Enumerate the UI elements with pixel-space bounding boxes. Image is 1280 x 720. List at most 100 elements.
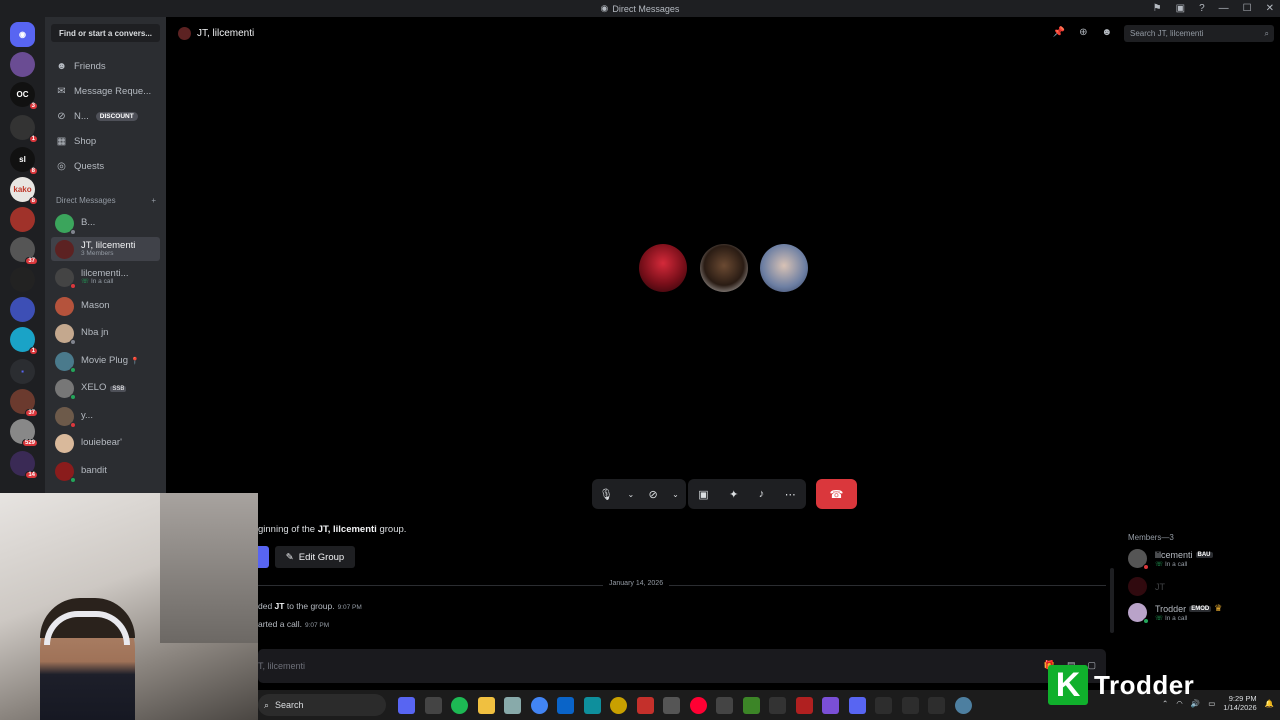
server-icon[interactable]: sl 8 <box>10 147 38 175</box>
maximize-button[interactable]: ☐ <box>1243 3 1252 14</box>
server-icon[interactable]: 37 <box>10 237 38 265</box>
clock[interactable]: 9:29 PM 1/14/2026 <box>1223 694 1256 712</box>
notification-icon[interactable]: 🔔 <box>1265 699 1274 708</box>
app-icon[interactable] <box>504 697 521 714</box>
app-icon[interactable] <box>769 697 786 714</box>
app-icon[interactable] <box>848 697 866 714</box>
minimize-button[interactable]: — <box>1219 3 1229 14</box>
chevron-down-icon[interactable]: ⌄ <box>627 490 634 499</box>
message-input[interactable]: T, lilcementi 🎁 ▤ ▢ <box>258 649 1106 683</box>
battery-icon[interactable]: ▭ <box>1208 699 1215 708</box>
spotify-icon[interactable] <box>451 697 468 714</box>
home-button[interactable]: ◉ <box>10 22 35 47</box>
add-dm-icon[interactable]: + <box>151 196 156 205</box>
app-icon[interactable] <box>636 697 654 714</box>
members-icon[interactable]: ☻ <box>1101 27 1112 38</box>
help-icon[interactable]: ? <box>1199 3 1205 14</box>
app-icon[interactable] <box>716 697 733 714</box>
avatar <box>55 267 76 289</box>
dm-item[interactable]: Movie Plug 📍 <box>51 349 160 373</box>
taskbar-search[interactable]: ⌕ Search <box>258 694 386 716</box>
group-intro-text: ginning of the JT, lilcementi group. <box>258 524 407 535</box>
dm-item[interactable]: lilcementi... ☏ In a call <box>51 265 160 289</box>
avatar <box>55 461 76 483</box>
dm-item[interactable]: Mason <box>51 294 160 318</box>
app-icon[interactable] <box>424 697 442 714</box>
friends-icon: ☻ <box>56 60 67 72</box>
find-conversation-button[interactable]: Find or start a convers... <box>51 24 160 42</box>
dm-item[interactable]: bandit <box>51 459 160 483</box>
app-icon[interactable] <box>610 697 627 714</box>
edit-group-button[interactable]: ✎ Edit Group <box>275 546 355 568</box>
member-item[interactable]: JT <box>1128 577 1165 596</box>
member-item[interactable]: Trodder EMOD ♛ ☏ In a call <box>1128 603 1223 624</box>
chevron-down-icon[interactable]: ⌄ <box>672 490 679 499</box>
app-icon[interactable] <box>689 697 707 714</box>
app-icon[interactable] <box>583 697 601 714</box>
dm-item[interactable]: B... <box>51 211 160 235</box>
camera-off-icon[interactable]: ⊘ <box>649 488 658 501</box>
dm-item[interactable]: y... <box>51 404 160 428</box>
avatar <box>1128 603 1149 624</box>
channel-title: JT, lilcementi <box>178 27 254 40</box>
server-icon[interactable] <box>10 297 35 322</box>
app-icon[interactable] <box>557 697 574 714</box>
disconnect-button[interactable]: ☎ <box>816 479 857 509</box>
nav-friends[interactable]: ☻ Friends <box>51 56 160 76</box>
app-icon[interactable] <box>795 697 813 714</box>
folder-icon[interactable] <box>477 697 495 714</box>
participant-avatar[interactable] <box>760 244 808 292</box>
server-icon[interactable]: 1 <box>10 327 38 355</box>
soundboard-icon[interactable]: ♪ <box>759 488 765 500</box>
screen-share-icon[interactable]: ▣ <box>698 488 708 501</box>
server-icon[interactable]: 529 <box>10 419 38 447</box>
server-icon[interactable]: OC 3 <box>10 82 38 110</box>
nav-nitro[interactable]: ⊘ N... DISCOUNT <box>51 106 160 126</box>
invite-button[interactable] <box>258 546 269 568</box>
pin-icon[interactable]: 📌 <box>1053 27 1065 38</box>
more-icon[interactable]: ⋯ <box>785 488 796 501</box>
chrome-icon[interactable] <box>530 697 548 714</box>
dm-item[interactable]: louiebear' <box>51 431 160 455</box>
quests-icon: ◎ <box>57 160 66 172</box>
folder-icon[interactable]: ▪ <box>10 359 35 384</box>
participant-avatar[interactable] <box>639 244 687 292</box>
system-message: arted a call. 9:07 PM <box>258 619 330 629</box>
microphone-icon[interactable]: 🎙 <box>599 488 613 501</box>
server-icon[interactable] <box>10 52 35 77</box>
app-icon[interactable] <box>822 697 839 714</box>
flag-icon[interactable]: ⚑ <box>1153 3 1162 14</box>
dm-item[interactable]: Nba jn <box>51 321 160 345</box>
close-button[interactable]: ✕ <box>1266 3 1274 14</box>
dm-item-active[interactable]: JT, lilcementi 3 Members <box>51 237 160 261</box>
server-icon[interactable] <box>10 207 35 232</box>
date-label: January 14, 2026 <box>603 580 670 587</box>
server-icon[interactable]: kako 8 <box>10 177 38 205</box>
audio-video-controls: 🎙 ⌄ ⊘ ⌄ <box>592 479 686 509</box>
nav-quests[interactable]: ◎ Quests <box>51 156 160 176</box>
dm-item[interactable]: XELO SSB <box>51 376 160 400</box>
activities-icon[interactable]: ✦ <box>729 488 738 501</box>
search-input[interactable]: Search JT, lilcementi ⌕ <box>1124 25 1274 42</box>
app-icon[interactable] <box>901 697 919 714</box>
member-item[interactable]: lilcementi BAU ☏ In a call <box>1128 549 1213 570</box>
participant-avatar[interactable] <box>700 244 748 292</box>
scrollbar[interactable] <box>1110 568 1114 633</box>
minecraft-icon[interactable] <box>742 697 760 714</box>
app-icon[interactable] <box>875 697 892 714</box>
discord-app-icon[interactable] <box>398 697 415 714</box>
server-icon[interactable] <box>10 267 35 292</box>
server-icon[interactable]: 14 <box>10 451 38 479</box>
screen-icon[interactable]: ▣ <box>1176 3 1185 14</box>
add-friend-icon[interactable]: ⊕ <box>1079 27 1087 38</box>
nitro-icon: ⊘ <box>57 110 66 122</box>
server-icon[interactable]: 1 <box>10 115 38 143</box>
nav-shop[interactable]: ▦ Shop <box>51 131 160 151</box>
crown-icon: ♛ <box>1214 603 1223 613</box>
avatar <box>1128 577 1147 596</box>
app-icon[interactable] <box>663 697 680 714</box>
app-icon[interactable] <box>928 697 945 714</box>
server-icon[interactable]: 37 <box>10 389 38 417</box>
nav-message-requests[interactable]: ✉ Message Reque... <box>51 81 160 101</box>
app-icon[interactable] <box>954 697 972 714</box>
